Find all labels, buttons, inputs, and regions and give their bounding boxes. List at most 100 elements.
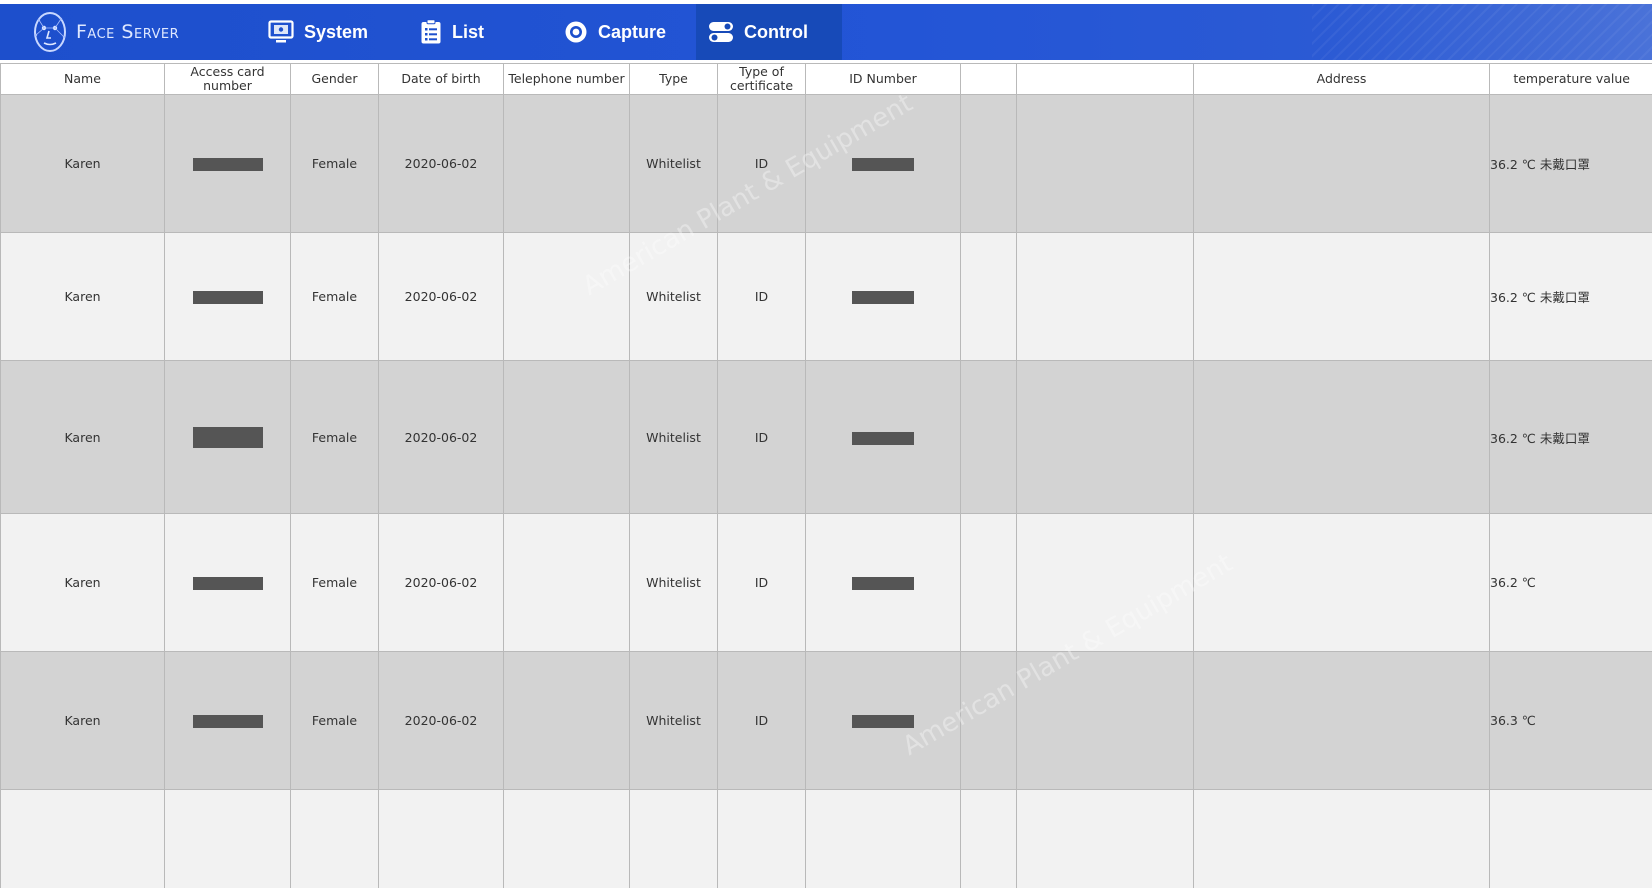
cell-temperature: 36.2 ℃ 未戴口罩	[1489, 360, 1652, 514]
table-row[interactable]: Karen Female 2020-06-02 Whitelist ID 36.…	[0, 94, 1652, 233]
redacted-value	[192, 426, 263, 448]
cell-gender: Female	[290, 94, 379, 233]
cell-blank-1	[960, 232, 1017, 361]
cell-telephone	[503, 651, 630, 790]
column-header-type[interactable]: Type	[629, 63, 718, 95]
cell-name: Karen	[0, 513, 165, 652]
cell-name	[0, 789, 165, 888]
redacted-value	[192, 291, 263, 304]
column-header-access-card[interactable]: Access card number	[164, 63, 291, 95]
cell-gender: Female	[290, 651, 379, 790]
column-header-blank-2[interactable]	[1016, 63, 1194, 95]
cell-temperature: 36.2 ℃ 未戴口罩	[1489, 232, 1652, 361]
cell-id-number	[805, 789, 961, 888]
nav-list-label: List	[452, 21, 485, 42]
app-window: Face Server System List Capture Control …	[0, 0, 1652, 888]
records-table-container[interactable]: Name Access card number Gender Date of b…	[0, 63, 1652, 888]
cell-date-of-birth: 2020-06-02	[378, 360, 504, 514]
header-decoration	[1312, 4, 1652, 60]
redacted-value	[192, 577, 263, 590]
cell-address	[1193, 94, 1490, 233]
cell-blank-2	[1016, 232, 1194, 361]
cell-address	[1193, 789, 1490, 888]
cell-address	[1193, 232, 1490, 361]
cell-temperature: 36.2 ℃ 未戴口罩	[1489, 94, 1652, 233]
column-header-telephone[interactable]: Telephone number	[503, 63, 630, 95]
cell-blank-1	[960, 513, 1017, 652]
column-header-name[interactable]: Name	[0, 63, 165, 95]
clipboard-list-icon	[421, 19, 441, 44]
cell-certificate-type: ID	[717, 513, 806, 652]
cell-blank-2	[1016, 651, 1194, 790]
redacted-value	[852, 158, 914, 171]
redacted-value	[852, 715, 914, 728]
cell-telephone	[503, 513, 630, 652]
table-row[interactable]: Karen Female 2020-06-02 Whitelist ID 36.…	[0, 513, 1652, 652]
cell-telephone	[503, 94, 630, 233]
column-header-temperature[interactable]: temperature value	[1489, 63, 1652, 95]
cell-id-number	[805, 94, 961, 233]
brand[interactable]: Face Server	[30, 10, 179, 54]
nav-capture-label: Capture	[598, 21, 667, 42]
cell-type: Whitelist	[629, 94, 718, 233]
cell-name: Karen	[0, 360, 165, 514]
cell-blank-2	[1016, 360, 1194, 514]
cell-name: Karen	[0, 232, 165, 361]
cell-access-card	[164, 360, 291, 514]
cell-date-of-birth: 2020-06-02	[378, 513, 504, 652]
monitor-icon	[268, 20, 294, 43]
redacted-value	[192, 715, 263, 728]
nav-control[interactable]: Control	[696, 4, 842, 60]
cell-type: Whitelist	[629, 232, 718, 361]
cell-telephone	[503, 232, 630, 361]
column-header-date-of-birth[interactable]: Date of birth	[378, 63, 504, 95]
cell-id-number	[805, 232, 961, 361]
cell-gender: Female	[290, 360, 379, 514]
cell-certificate-type: ID	[717, 94, 806, 233]
nav-system-label: System	[304, 21, 369, 42]
column-header-certificate-type[interactable]: Type of certificate	[717, 63, 806, 95]
cell-access-card	[164, 94, 291, 233]
table-header-row: Name Access card number Gender Date of b…	[0, 63, 1652, 95]
table-row[interactable]: Karen Female 2020-06-02 Whitelist ID 36.…	[0, 651, 1652, 790]
column-header-id-number[interactable]: ID Number	[805, 63, 961, 95]
nav-list[interactable]: List	[420, 4, 484, 60]
nav-system[interactable]: System	[268, 4, 368, 60]
cell-temperature: 36.2 ℃	[1489, 513, 1652, 652]
cell-certificate-type	[717, 789, 806, 888]
face-logo-icon	[34, 12, 66, 52]
cell-certificate-type: ID	[717, 360, 806, 514]
cell-certificate-type: ID	[717, 232, 806, 361]
redacted-value	[852, 291, 914, 304]
cell-blank-2	[1016, 789, 1194, 888]
nav-capture[interactable]: Capture	[564, 4, 666, 60]
cell-date-of-birth: 2020-06-02	[378, 232, 504, 361]
redacted-value	[852, 431, 914, 445]
records-table: Name Access card number Gender Date of b…	[0, 63, 1652, 888]
cell-blank-2	[1016, 94, 1194, 233]
cell-blank-1	[960, 360, 1017, 514]
cell-name: Karen	[0, 94, 165, 233]
cell-type: Whitelist	[629, 651, 718, 790]
cell-type: Whitelist	[629, 360, 718, 514]
cell-temperature	[1489, 789, 1652, 888]
table-row[interactable]: Karen Female 2020-06-02 Whitelist ID 36.…	[0, 360, 1652, 514]
cell-id-number	[805, 360, 961, 514]
cell-access-card	[164, 651, 291, 790]
cell-type	[629, 789, 718, 888]
toggle-switch-icon	[709, 22, 733, 42]
column-header-blank-1[interactable]	[960, 63, 1017, 95]
cell-gender: Female	[290, 232, 379, 361]
cell-date-of-birth: 2020-06-02	[378, 651, 504, 790]
cell-access-card	[164, 232, 291, 361]
table-row[interactable]: Karen Female 2020-06-02 Whitelist ID 36.…	[0, 232, 1652, 361]
cell-telephone	[503, 360, 630, 514]
table-row[interactable]	[0, 789, 1652, 888]
cell-name: Karen	[0, 651, 165, 790]
column-header-address[interactable]: Address	[1193, 63, 1490, 95]
redacted-value	[852, 577, 914, 590]
cell-date-of-birth: 2020-06-02	[378, 94, 504, 233]
cell-certificate-type: ID	[717, 651, 806, 790]
column-header-gender[interactable]: Gender	[290, 63, 379, 95]
camera-icon	[565, 21, 587, 43]
